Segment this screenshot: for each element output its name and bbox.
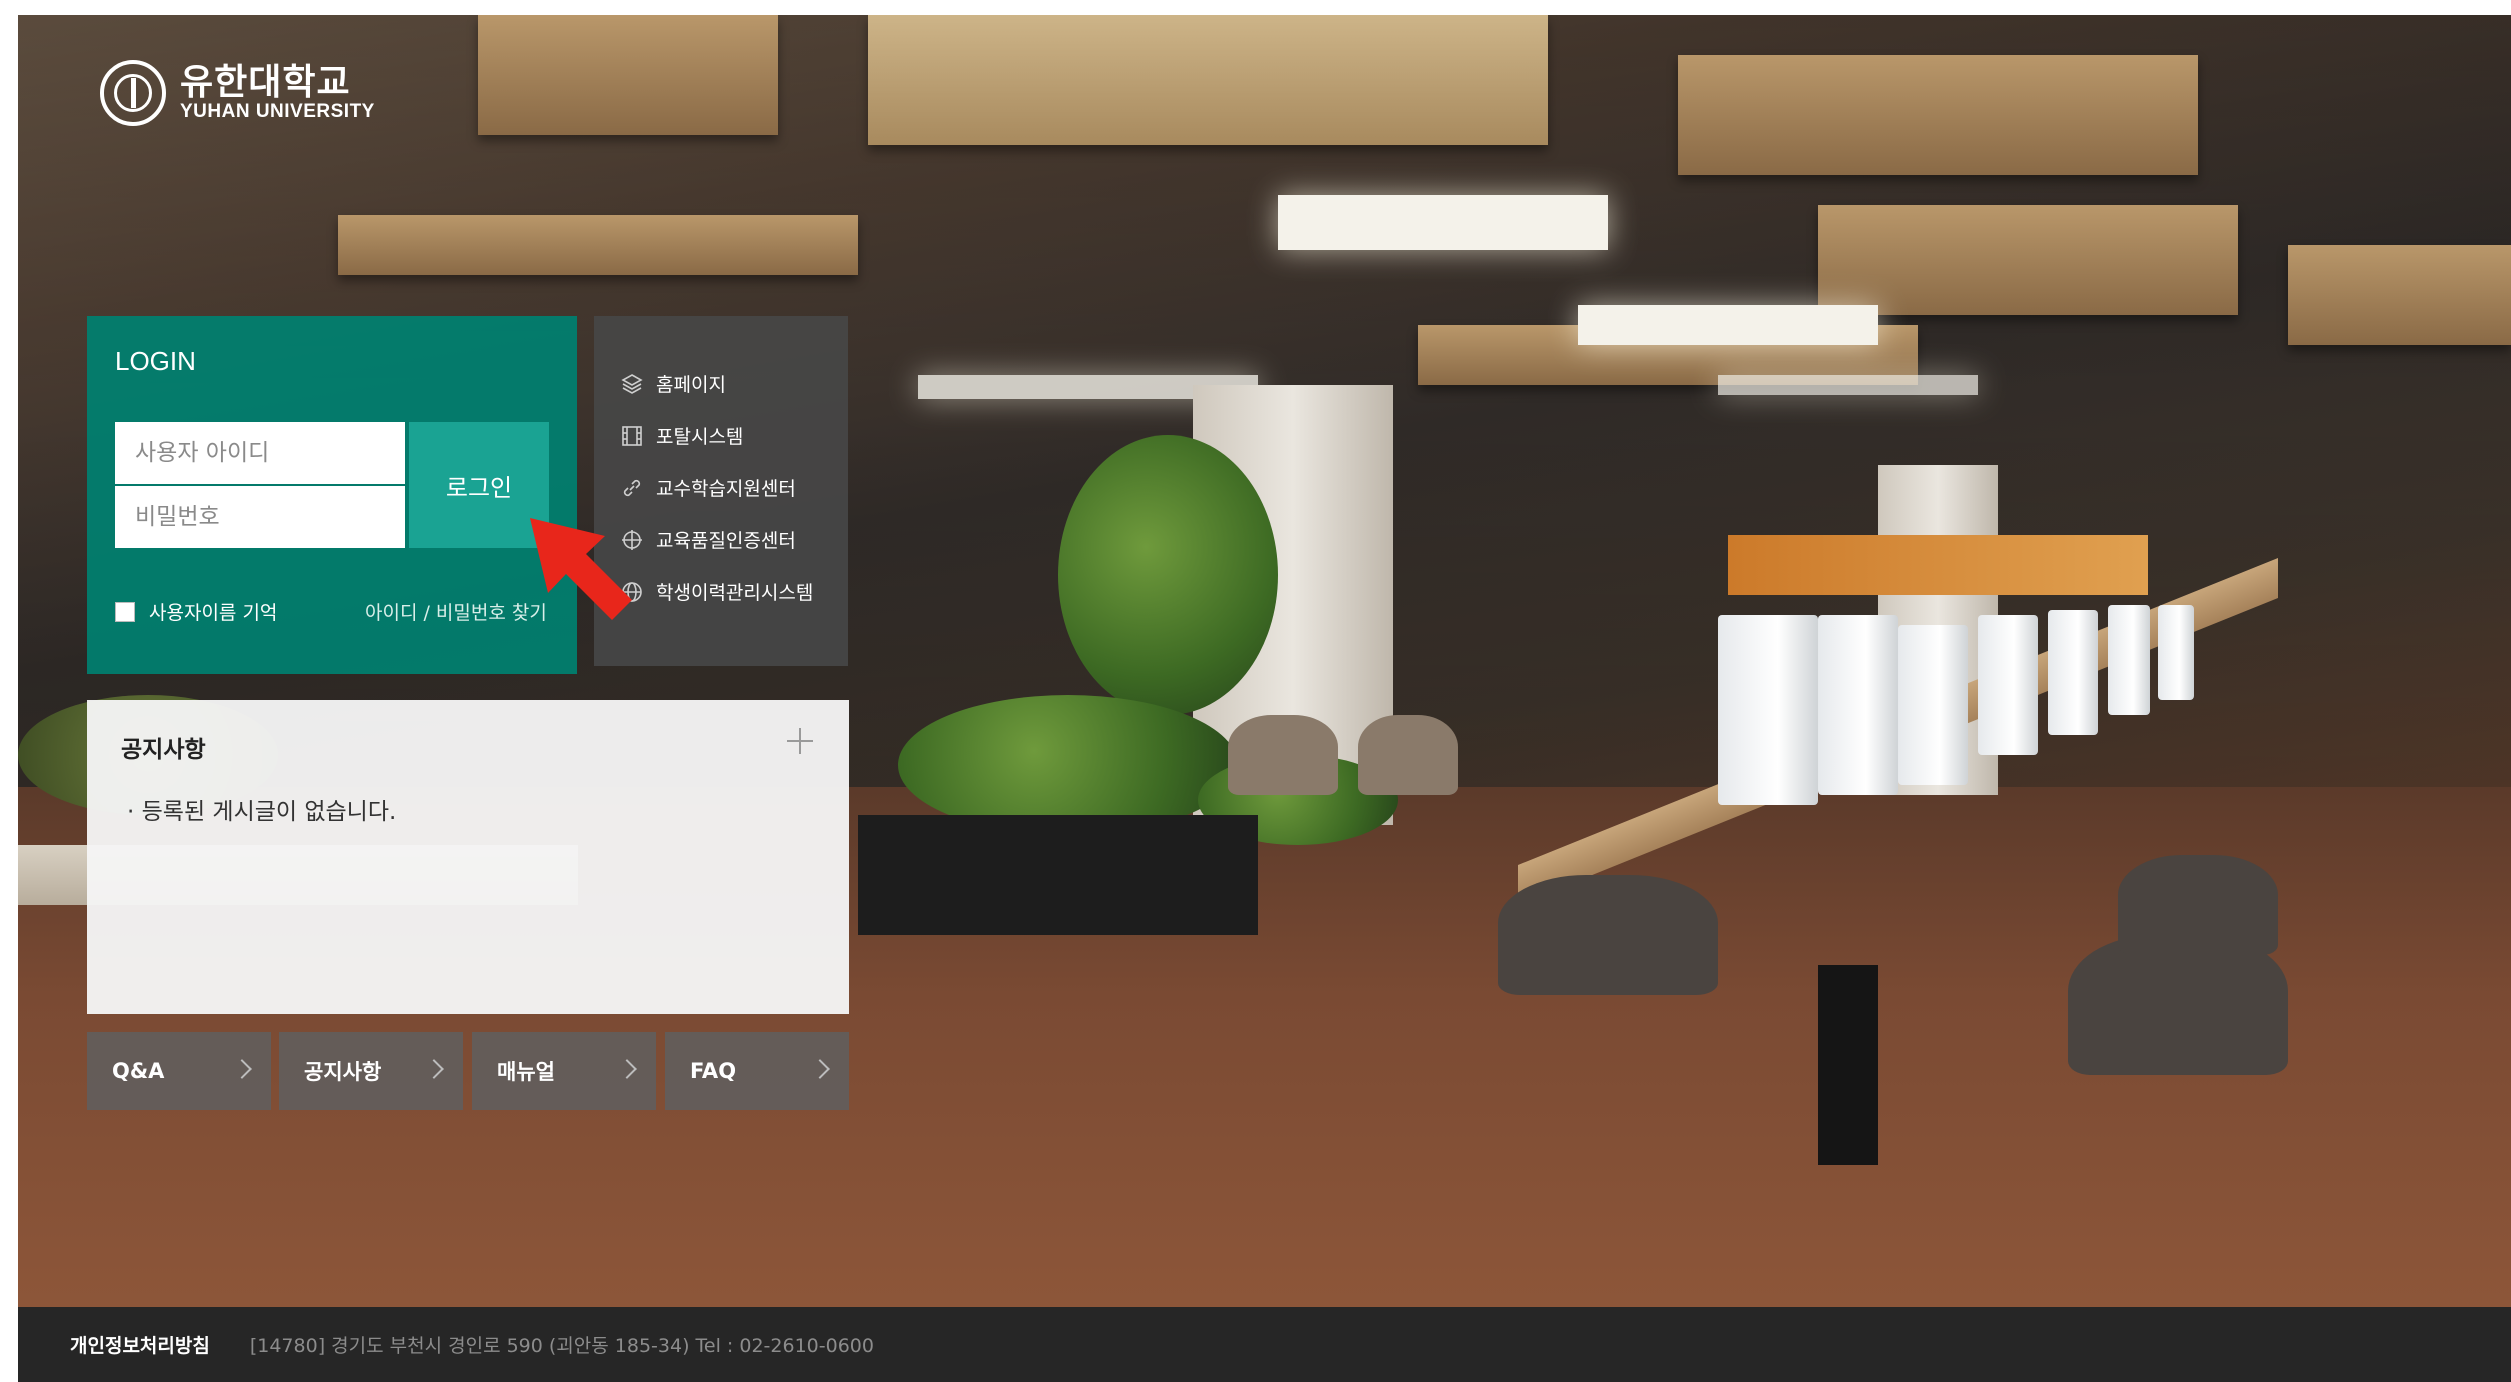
login-title: LOGIN	[115, 346, 196, 376]
ceiling-light	[1278, 195, 1608, 250]
footer-address: [14780] 경기도 부천시 경인로 590 (괴안동 185-34) Tel…	[249, 1335, 874, 1357]
ceiling-light	[1578, 305, 1878, 345]
ceiling-panel	[868, 15, 1548, 145]
stool	[2118, 855, 2278, 955]
faq-button-label: FAQ	[690, 1059, 737, 1083]
layers-icon	[620, 372, 644, 396]
chevron-right-icon	[810, 1059, 830, 1079]
monitor	[1898, 625, 1968, 785]
quick-link-label: 홈페이지	[656, 374, 726, 396]
chevron-right-icon	[424, 1059, 444, 1079]
quick-link-student-record[interactable]: 학생이력관리시스템	[620, 578, 813, 605]
quick-link-portal[interactable]: 포탈시스템	[620, 422, 743, 449]
ceiling-panel	[1818, 205, 2238, 315]
ceiling-panel	[478, 15, 778, 135]
chevron-right-icon	[617, 1059, 637, 1079]
monitor	[2108, 605, 2150, 715]
user-id-input[interactable]	[115, 422, 405, 484]
notice-title: 공지사항	[121, 737, 206, 763]
logo-name-kr: 유한대학교	[180, 62, 351, 103]
notice-button-label: 공지사항	[304, 1060, 382, 1084]
quick-link-label: 교수학습지원센터	[656, 478, 796, 500]
ceiling-panel	[338, 215, 858, 275]
quick-link-label: 학생이력관리시스템	[656, 582, 814, 604]
university-emblem-icon	[100, 60, 166, 126]
manual-button-label: 매뉴얼	[497, 1060, 555, 1084]
password-input[interactable]	[115, 486, 405, 548]
quick-link-quality-center[interactable]: 교육품질인증센터	[620, 526, 796, 553]
plant	[898, 695, 1238, 835]
desk-leg	[1818, 965, 1878, 1165]
qna-button[interactable]: Q&A	[87, 1032, 271, 1110]
notice-empty-message: · 등록된 게시글이 없습니다.	[127, 799, 397, 825]
monitor	[2158, 605, 2194, 700]
logo-text: 유한대학교 YUHAN UNIVERSITY	[180, 64, 375, 122]
remember-username[interactable]: 사용자이름 기억	[115, 598, 277, 625]
banner	[1728, 535, 2148, 595]
ceiling-light	[1718, 375, 1978, 395]
planter	[858, 815, 1258, 935]
plant	[1058, 435, 1278, 715]
stool	[1498, 875, 1718, 995]
qna-button-label: Q&A	[112, 1059, 165, 1083]
quick-link-label: 포탈시스템	[656, 426, 744, 448]
red-arrow-icon	[530, 518, 632, 620]
quick-link-homepage[interactable]: 홈페이지	[620, 370, 726, 397]
monitor	[1818, 615, 1898, 795]
monitor	[1978, 615, 2038, 755]
link-icon	[620, 476, 644, 500]
page: 유한대학교 YUHAN UNIVERSITY LOGIN 로그인 사용자이름 기…	[0, 0, 2511, 1382]
notice-more-plus-icon[interactable]	[785, 726, 815, 756]
stool	[2068, 935, 2288, 1075]
monitor	[2048, 610, 2098, 735]
ceiling-panel	[2288, 245, 2511, 345]
notice-panel: 공지사항 · 등록된 게시글이 없습니다.	[87, 700, 849, 1014]
footer: 개인정보처리방침 [14780] 경기도 부천시 경인로 590 (괴안동 18…	[18, 1307, 2511, 1382]
chair	[1228, 715, 1338, 795]
film-icon	[620, 424, 644, 448]
logo-name-en: YUHAN UNIVERSITY	[180, 101, 375, 122]
remember-checkbox[interactable]	[115, 601, 135, 622]
chair	[1358, 715, 1458, 795]
ceiling-panel	[1678, 55, 2198, 175]
monitor	[1718, 615, 1818, 805]
quick-link-teaching-center[interactable]: 교수학습지원센터	[620, 474, 796, 501]
manual-button[interactable]: 매뉴얼	[472, 1032, 656, 1110]
remember-label: 사용자이름 기억	[149, 602, 278, 624]
login-panel: LOGIN 로그인 사용자이름 기억 아이디 / 비밀번호 찾기	[87, 316, 577, 674]
faq-button[interactable]: FAQ	[665, 1032, 849, 1110]
chevron-right-icon	[232, 1059, 252, 1079]
quick-link-label: 교육품질인증센터	[656, 530, 796, 552]
notice-button[interactable]: 공지사항	[279, 1032, 463, 1110]
university-logo[interactable]: 유한대학교 YUHAN UNIVERSITY	[100, 60, 375, 126]
privacy-policy-link[interactable]: 개인정보처리방침	[70, 1331, 210, 1358]
